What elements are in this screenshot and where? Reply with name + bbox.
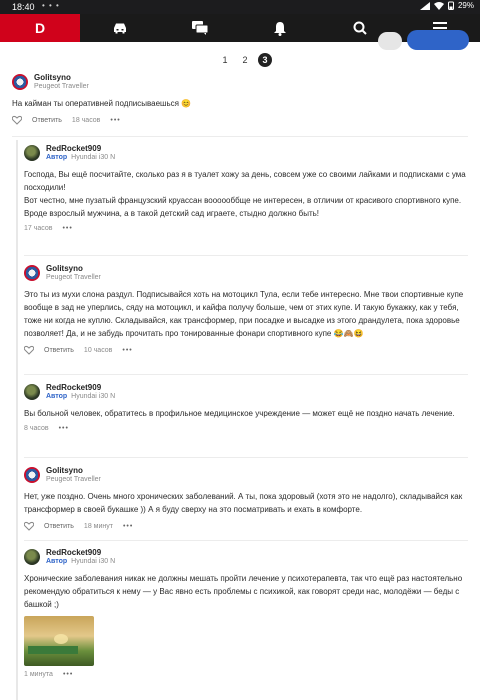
page-2[interactable]: 2	[238, 53, 252, 67]
comment-header: Golitsyno Peugeot Traveller	[12, 73, 472, 92]
divider	[24, 255, 468, 256]
comment: Golitsyno Peugeot Traveller Нет, уже поз…	[24, 466, 472, 531]
comment: RedRocket909 Автор Hyundai i30 N Господа,…	[24, 144, 472, 232]
comment-time: 10 часов	[83, 346, 113, 354]
avatar[interactable]	[24, 145, 40, 161]
divider	[12, 136, 468, 137]
comment-text: На кайман ты оперативней подписываешься …	[12, 99, 192, 108]
more-options[interactable]: •••	[59, 425, 69, 432]
comment-footer: Ответить 18 часов •••	[12, 115, 472, 125]
reply-link[interactable]: Ответить	[44, 523, 74, 530]
comment-car-line: Автор Hyundai i30 N	[46, 154, 115, 161]
reply-link[interactable]: Ответить	[32, 117, 62, 124]
comment-footer: Ответить 18 минут •••	[24, 521, 472, 531]
comment-footer: 1 минута •••	[24, 671, 472, 678]
comment-text: Вы больной человек, обратитесь в профиль…	[24, 409, 455, 418]
image-banner-shape	[28, 646, 78, 654]
comment-time: 8 часов	[24, 425, 49, 432]
toolbar-blue-button[interactable]	[407, 30, 469, 50]
comment-car-line: Автор Hyundai i30 N	[46, 393, 115, 400]
comment: RedRocket909 Автор Hyundai i30 N Хроничес…	[24, 548, 472, 678]
divider	[24, 457, 468, 458]
reply-link[interactable]: Ответить	[44, 347, 74, 354]
car-icon[interactable]	[112, 20, 128, 36]
more-options[interactable]: •••	[110, 117, 120, 124]
comment-time: 17 часов	[24, 225, 53, 232]
battery-percent: 29%	[457, 1, 474, 10]
comment-author[interactable]: Golitsyno	[46, 466, 83, 475]
comment-car-line: Автор Hyundai i30 N	[46, 558, 115, 565]
status-right: 29%	[419, 1, 474, 10]
author-badge: Автор	[46, 558, 68, 565]
comment-footer: 17 часов •••	[24, 225, 472, 232]
comment-header: Golitsyno Peugeot Traveller	[24, 466, 472, 485]
comment: Golitsyno Peugeot Traveller Это ты из му…	[24, 264, 472, 355]
more-options[interactable]: •••	[122, 347, 132, 354]
comment-car[interactable]: Peugeot Traveller	[34, 83, 89, 90]
like-icon[interactable]	[12, 115, 22, 125]
comment-footer: 8 часов •••	[24, 425, 472, 432]
more-options[interactable]: •••	[63, 671, 73, 678]
comment-time: 18 минут	[83, 522, 113, 530]
comment-header: RedRocket909 Автор Hyundai i30 N	[24, 548, 472, 567]
comment: RedRocket909 Автор Hyundai i30 N Вы больн…	[24, 383, 472, 432]
comment-car[interactable]: Hyundai i30 N	[71, 558, 115, 565]
page-1[interactable]: 1	[218, 53, 232, 67]
notification-dots: • • •	[42, 1, 60, 10]
like-icon[interactable]	[24, 521, 34, 531]
battery-icon	[447, 1, 454, 10]
sub-toolbar	[0, 30, 480, 52]
comment-author[interactable]: Golitsyno	[46, 264, 83, 273]
author-badge: Автор	[46, 154, 68, 161]
comment-text: Хронические заболевания никак не должны …	[24, 574, 463, 609]
comment-time: 1 минута	[24, 671, 53, 678]
comment-car[interactable]: Hyundai i30 N	[71, 154, 115, 161]
comment-car[interactable]: Peugeot Traveller	[46, 476, 101, 483]
divider	[24, 374, 468, 375]
avatar[interactable]	[24, 265, 40, 281]
status-bar: 18:40 • • • 29%	[0, 0, 480, 14]
signal-icon	[419, 1, 430, 10]
search-icon[interactable]	[352, 20, 368, 36]
image-sun-shape	[54, 634, 68, 644]
bell-icon[interactable]	[272, 20, 288, 36]
avatar[interactable]	[24, 467, 40, 483]
comment-author[interactable]: RedRocket909	[46, 383, 101, 392]
site-logo[interactable]: D	[0, 14, 80, 42]
page-3-active[interactable]: 3	[258, 53, 272, 67]
thread-line	[16, 140, 18, 700]
comment-text: Нет, уже поздно. Очень много хронических…	[24, 492, 463, 514]
comment-car[interactable]: Peugeot Traveller	[46, 274, 101, 281]
comment-header: RedRocket909 Автор Hyundai i30 N	[24, 383, 472, 402]
comment-author[interactable]: RedRocket909	[46, 144, 101, 153]
chat-icon[interactable]	[192, 20, 208, 36]
more-options[interactable]: •••	[62, 225, 72, 232]
comment-footer: Ответить 10 часов •••	[24, 345, 472, 355]
comment-time: 18 часов	[71, 116, 101, 124]
like-icon[interactable]	[24, 345, 34, 355]
comment-author[interactable]: Golitsyno	[34, 73, 71, 82]
comment-text: Это ты из мухи слона раздул. Подписывайс…	[24, 290, 464, 338]
author-badge: Автор	[46, 393, 68, 400]
comment-author[interactable]: RedRocket909	[46, 548, 101, 557]
comment: Golitsyno Peugeot Traveller На кайман ты…	[12, 73, 472, 125]
toolbar-grey-button[interactable]	[378, 32, 402, 50]
comment-text: Господа, Вы ещё посчитайте, сколько раз …	[24, 170, 466, 218]
wifi-icon	[433, 1, 444, 10]
comment-header: Golitsyno Peugeot Traveller	[24, 264, 472, 283]
more-options[interactable]: •••	[123, 523, 133, 530]
attached-image[interactable]	[24, 616, 94, 666]
status-time: 18:40	[12, 2, 35, 12]
divider	[24, 540, 468, 541]
avatar[interactable]	[12, 74, 28, 90]
avatar[interactable]	[24, 384, 40, 400]
comment-car[interactable]: Hyundai i30 N	[71, 393, 115, 400]
pagination: 1 2 3	[218, 53, 272, 67]
comment-header: RedRocket909 Автор Hyundai i30 N	[24, 144, 472, 163]
avatar[interactable]	[24, 549, 40, 565]
